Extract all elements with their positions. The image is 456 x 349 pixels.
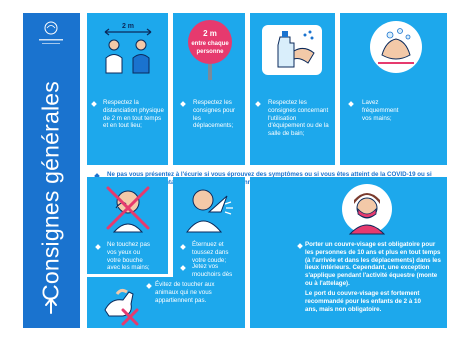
organization-logo-icon [39, 21, 63, 44]
sign-line2: entre chaque [191, 41, 229, 47]
sidebar: Consignes générales [23, 13, 80, 328]
tile-row2-4: Évitez de toucher aux animaux qui ne vou… [87, 277, 245, 328]
sneeze-in-elbow-icon [186, 189, 233, 233]
tile-row2-3: Porter un couvre-visage est obligatoire … [250, 177, 447, 328]
distance-two-meters-icon: 2 m [104, 23, 152, 74]
distance-label: 2 m [122, 23, 134, 30]
page-title: Consignes générales [37, 81, 64, 301]
no-face-touching-icon [106, 186, 150, 233]
tile-text-1: Porter un couvre-visage est obligatoire … [305, 241, 441, 287]
tile-text-2: Le port du couvre-visage est fortement r… [305, 290, 421, 313]
tile-text-1: Éternuez et toussez dans votre coude; [192, 241, 229, 264]
no-animal-touching-icon [104, 288, 139, 326]
tile-equipment: Respectez les consignes concernant l'uti… [250, 13, 335, 165]
sign-line3: personne [196, 49, 224, 55]
tile-handwashing: Lavez fréquemment vos mains; [340, 13, 447, 165]
tile-row2-2: Éternuez et toussez dans votre coude; Je… [173, 177, 245, 286]
tile-distancing: 2 m Respectez la distanciation physique … [87, 13, 168, 165]
distance-sign-icon: 2 m entre chaque personne [188, 20, 232, 80]
tile-text: Respectez les consignes concernant l'uti… [268, 99, 329, 137]
tile-text: Respectez la distanciation physique de 2… [103, 99, 164, 130]
tile-row2-1: Ne touchez pas vos yeux ou votre bouche … [87, 177, 168, 274]
tile-text: Évitez de toucher aux animaux qui ne vou… [155, 281, 215, 304]
tile-text: Ne touchez pas vos yeux ou votre bouche … [107, 241, 150, 272]
face-mask-person-icon [342, 184, 392, 235]
tile-movements: 2 m entre chaque personne Respectez les … [173, 13, 245, 165]
cleaning-spray-icon [262, 25, 322, 75]
arrow-up-icon[interactable] [44, 297, 58, 315]
sign-line1: 2 m [203, 29, 217, 38]
tile-text: Lavez fréquemment vos mains; [362, 99, 399, 122]
hand-washing-icon [370, 21, 422, 73]
tile-text: Respectez les consignes pour les déplace… [193, 99, 235, 130]
